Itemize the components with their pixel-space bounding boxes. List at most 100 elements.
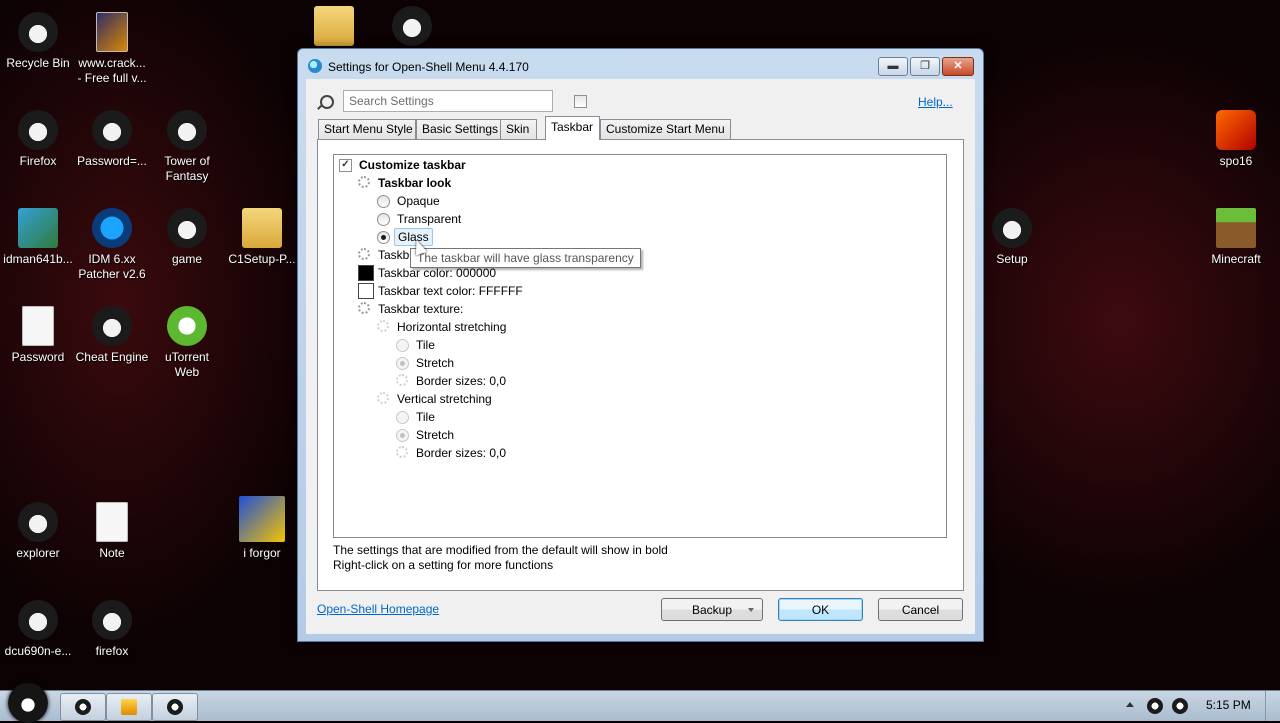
taskbar-color-swatch[interactable] — [358, 265, 374, 281]
desktop-icon-firefox-2[interactable]: firefox — [74, 600, 150, 659]
desktop-icon-label: www.crack... - Free full v... — [77, 56, 147, 85]
opaque-radio[interactable] — [377, 195, 390, 208]
dialog-titlebar[interactable]: Settings for Open-Shell Menu 4.4.170 ▬ ❐… — [298, 49, 983, 79]
desktop-icon-label: Password=... — [77, 154, 147, 168]
desktop-icon-label: Cheat Engine — [75, 350, 149, 364]
h-border-sizes-label: Border sizes: 0,0 — [416, 374, 507, 388]
desktop-icon-label: Recycle Bin — [6, 56, 70, 70]
shortcut-icon — [18, 600, 58, 640]
cancel-button[interactable]: Cancel — [878, 598, 963, 621]
desktop-icon-label: C1Setup-P... — [228, 252, 296, 266]
tab-customize-start-menu[interactable]: Customize Start Menu — [600, 119, 731, 139]
desktop-icon-label: spo16 — [1219, 154, 1253, 168]
customize-taskbar-label: Customize taskbar — [359, 158, 466, 172]
settings-tree: ✓ Customize taskbar Taskbar look Opaque … — [333, 154, 947, 538]
shortcut-icon — [92, 600, 132, 640]
settings-group-icon — [377, 392, 389, 404]
info-text-line-2: Right-click on a setting for more functi… — [333, 558, 554, 572]
desktop-icon-tower-of-fantasy[interactable]: Tower of Fantasy — [149, 110, 225, 184]
close-button[interactable]: ✕ — [942, 57, 974, 76]
opaque-label: Opaque — [397, 194, 440, 208]
desktop-icon-minecraft[interactable]: Minecraft — [1198, 208, 1274, 267]
desktop-icon-utorrent[interactable]: uTorrent Web — [149, 306, 225, 380]
desktop-icon-explorer[interactable]: explorer — [0, 502, 76, 561]
desktop-icon-label: game — [171, 252, 203, 266]
taskbar-look-label: Taskbar look — [378, 176, 452, 190]
desktop-icon-idm-patcher[interactable]: IDM 6.xx Patcher v2.6 — [74, 208, 150, 282]
tab-start-menu-style[interactable]: Start Menu Style — [318, 119, 416, 139]
desktop-icon-folder-top[interactable] — [296, 6, 372, 50]
desktop-icon-dcu690n[interactable]: dcu690n-e... — [0, 600, 76, 659]
v-tile-radio[interactable] — [396, 411, 409, 424]
taskbar-text-color-swatch[interactable] — [358, 283, 374, 299]
shortcut-icon — [92, 110, 132, 150]
show-desktop-button[interactable] — [1265, 691, 1280, 721]
desktop-icon-game[interactable]: game — [149, 208, 225, 267]
desktop-icon-label: Password — [11, 350, 65, 364]
tab-basic-settings[interactable]: Basic Settings — [416, 119, 506, 139]
app-icon — [167, 699, 183, 715]
restore-icon: ❐ — [920, 60, 930, 72]
taskbar-button-app-2[interactable] — [152, 693, 198, 721]
dialog-client-area: Help... Start Menu Style Basic Settings … — [306, 79, 975, 634]
v-stretch-radio[interactable] — [396, 429, 409, 442]
ok-button[interactable]: OK — [778, 598, 863, 621]
tray-app-icon[interactable] — [1147, 698, 1163, 714]
search-input[interactable] — [343, 90, 553, 112]
h-tile-label: Tile — [416, 338, 435, 352]
minimize-icon: ▬ — [887, 60, 899, 72]
taskbar-clock[interactable]: 5:15 PM — [1206, 698, 1251, 712]
minecraft-icon — [1216, 208, 1256, 248]
folder-icon — [242, 208, 282, 248]
help-link[interactable]: Help... — [918, 95, 953, 109]
search-options-checkbox[interactable] — [574, 95, 587, 108]
glass-radio[interactable] — [377, 231, 390, 244]
start-button[interactable] — [8, 683, 48, 723]
desktop-icon-label: firefox — [95, 644, 129, 658]
app-icon — [75, 699, 91, 715]
desktop-icon-setup[interactable]: Setup — [974, 208, 1050, 267]
desktop-icon-label: i forgor — [243, 546, 281, 560]
tab-skin[interactable]: Skin — [500, 119, 537, 139]
desktop-icon-label: Note — [99, 546, 125, 560]
customize-taskbar-checkbox[interactable]: ✓ — [339, 159, 352, 172]
desktop-icon-label: Setup — [996, 252, 1028, 266]
desktop-icon-firefox[interactable]: Firefox — [0, 110, 76, 169]
taskbar-button-media[interactable] — [106, 693, 152, 721]
desktop-icon-app-top[interactable] — [374, 6, 450, 50]
taskbar-text-color-label: Taskbar text color: FFFFFF — [378, 284, 523, 298]
maximize-button[interactable]: ❐ — [910, 57, 940, 76]
v-tile-label: Tile — [416, 410, 435, 424]
tray-app-icon[interactable] — [1172, 698, 1188, 714]
close-icon: ✕ — [953, 60, 963, 72]
v-stretch-label: Stretch — [416, 428, 455, 442]
show-hidden-icons-chevron-icon[interactable] — [1126, 702, 1134, 707]
desktop-icon-password-shortcut[interactable]: Password=... — [74, 110, 150, 169]
desktop-icon-spo16[interactable]: spo16 — [1198, 110, 1274, 169]
desktop-icon-cheat-engine[interactable]: Cheat Engine — [74, 306, 150, 365]
desktop-icon-idman[interactable]: idman641b... — [0, 208, 76, 267]
taskbar-button-app-1[interactable] — [60, 693, 106, 721]
tab-taskbar[interactable]: Taskbar — [545, 116, 600, 140]
backup-button[interactable]: Backup — [661, 598, 763, 621]
media-player-icon — [121, 699, 137, 715]
desktop-icon-note[interactable]: Note — [74, 502, 150, 561]
desktop-icon-recycle-bin[interactable]: Recycle Bin — [0, 12, 76, 71]
windows-taskbar: 5:15 PM — [0, 683, 1280, 723]
desktop-icon-label: uTorrent Web — [164, 350, 210, 379]
horizontal-stretching-label: Horizontal stretching — [397, 320, 507, 334]
h-tile-radio[interactable] — [396, 339, 409, 352]
h-stretch-label: Stretch — [416, 356, 455, 370]
recycle-bin-icon — [18, 12, 58, 52]
h-stretch-radio[interactable] — [396, 357, 409, 370]
desktop-icon-password-file[interactable]: Password — [0, 306, 76, 365]
desktop-icon-c1setup[interactable]: C1Setup-P... — [224, 208, 300, 267]
v-border-sizes-label: Border sizes: 0,0 — [416, 446, 507, 460]
transparent-radio[interactable] — [377, 213, 390, 226]
desktop-icon-i-forgor[interactable]: i forgor — [224, 496, 300, 561]
minimize-button[interactable]: ▬ — [878, 57, 908, 76]
open-shell-homepage-link[interactable]: Open-Shell Homepage — [317, 602, 439, 616]
settings-group-icon — [396, 374, 408, 386]
desktop-icon-label: explorer — [16, 546, 60, 560]
desktop-icon-crack-video[interactable]: www.crack... - Free full v... — [74, 12, 150, 86]
